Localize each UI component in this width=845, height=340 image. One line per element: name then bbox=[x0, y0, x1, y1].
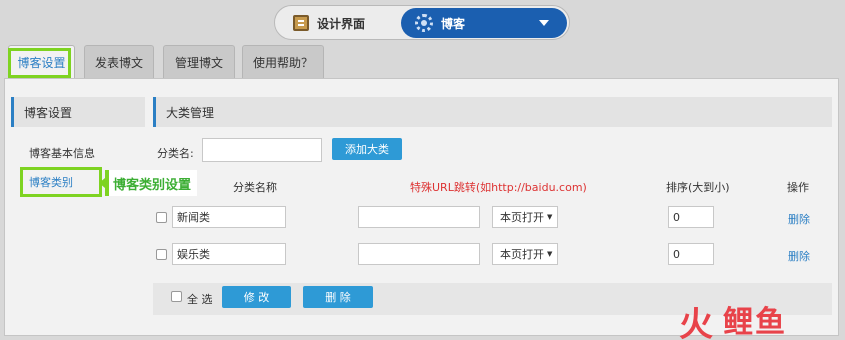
annotation-callout: 博客类别设置 bbox=[98, 170, 198, 196]
tab-help[interactable]: 使用帮助？ bbox=[242, 45, 324, 78]
modify-button[interactable]: 修 改 bbox=[222, 286, 291, 308]
row-url-input[interactable] bbox=[358, 243, 480, 265]
design-view-label: 设计界面 bbox=[317, 16, 366, 31]
sidebar-heading: 博客设置 bbox=[11, 97, 145, 127]
logo-text: 鲤鱼 bbox=[723, 297, 787, 340]
header-action: 操作 bbox=[787, 181, 809, 194]
row-name-input[interactable]: 娱乐类 bbox=[172, 243, 286, 265]
row-checkbox[interactable] bbox=[156, 249, 167, 260]
tab-label: 发表博文 bbox=[94, 55, 143, 70]
row-open-value: 本页打开 bbox=[500, 248, 544, 261]
view-switcher: 设计界面 博客 bbox=[274, 5, 570, 40]
design-view-button[interactable]: 设计界面 bbox=[281, 9, 399, 37]
row-order-input[interactable]: 0 bbox=[668, 243, 714, 265]
chevron-down-icon bbox=[539, 20, 549, 26]
brand-logo: 火 鲤鱼 bbox=[679, 293, 841, 340]
sidebar-item-label: 博客基本信息 bbox=[29, 147, 95, 160]
logo-text-label: 鲤鱼 bbox=[723, 305, 787, 340]
row-delete-link[interactable]: 删除 bbox=[788, 211, 810, 227]
row-name-input[interactable]: 新闻类 bbox=[172, 206, 286, 228]
content-heading-text: 大类管理 bbox=[166, 105, 215, 120]
category-name-input[interactable] bbox=[202, 138, 322, 162]
add-category-button[interactable]: 添加大类 bbox=[332, 138, 402, 160]
callout-text: 博客类别设置 bbox=[113, 177, 192, 193]
category-name-label: 分类名: bbox=[157, 147, 194, 160]
row-delete-link[interactable]: 删除 bbox=[788, 248, 810, 264]
tab-label: 管理博文 bbox=[174, 55, 223, 70]
tab-label: 使用帮助？ bbox=[252, 55, 313, 70]
sidebar-heading-text: 博客设置 bbox=[24, 105, 73, 120]
delete-button[interactable]: 删 除 bbox=[303, 286, 373, 308]
modify-label: 修 改 bbox=[243, 291, 270, 304]
content-heading: 大类管理 bbox=[153, 97, 832, 127]
row-open-select[interactable]: 本页打开 bbox=[492, 206, 558, 228]
design-icon bbox=[293, 15, 309, 31]
select-all-label: 全 选 bbox=[187, 293, 213, 306]
gear-icon bbox=[415, 14, 433, 32]
header-category-name: 分类名称 bbox=[233, 181, 277, 194]
sidebar-item-blog-category[interactable]: 博客类别 bbox=[20, 167, 102, 197]
blog-dropdown[interactable]: 博客 bbox=[401, 8, 567, 38]
delete-label: 删 除 bbox=[325, 291, 351, 304]
tab-blog-settings[interactable]: 博客设置 bbox=[8, 45, 75, 78]
row-url-input[interactable] bbox=[358, 206, 480, 228]
row-open-value: 本页打开 bbox=[500, 211, 544, 224]
row-checkbox[interactable] bbox=[156, 212, 167, 223]
sidebar-item-basic-info[interactable]: 博客基本信息 bbox=[29, 145, 95, 161]
fire-logo-icon: 火 bbox=[679, 305, 713, 340]
tab-label: 博客设置 bbox=[17, 55, 66, 70]
add-category-label: 添加大类 bbox=[345, 143, 389, 156]
row-open-select[interactable]: 本页打开 bbox=[492, 243, 558, 265]
header-order: 排序(大到小) bbox=[666, 181, 730, 194]
header-special-url: 特殊URL跳转(如http://baidu.com) bbox=[410, 181, 587, 194]
blog-dropdown-label: 博客 bbox=[441, 16, 466, 31]
row-order-input[interactable]: 0 bbox=[668, 206, 714, 228]
sidebar-item-label: 博客类别 bbox=[29, 176, 73, 189]
tab-publish-post[interactable]: 发表博文 bbox=[84, 45, 154, 78]
select-all-checkbox[interactable] bbox=[171, 291, 182, 302]
tab-manage-posts[interactable]: 管理博文 bbox=[163, 45, 235, 78]
